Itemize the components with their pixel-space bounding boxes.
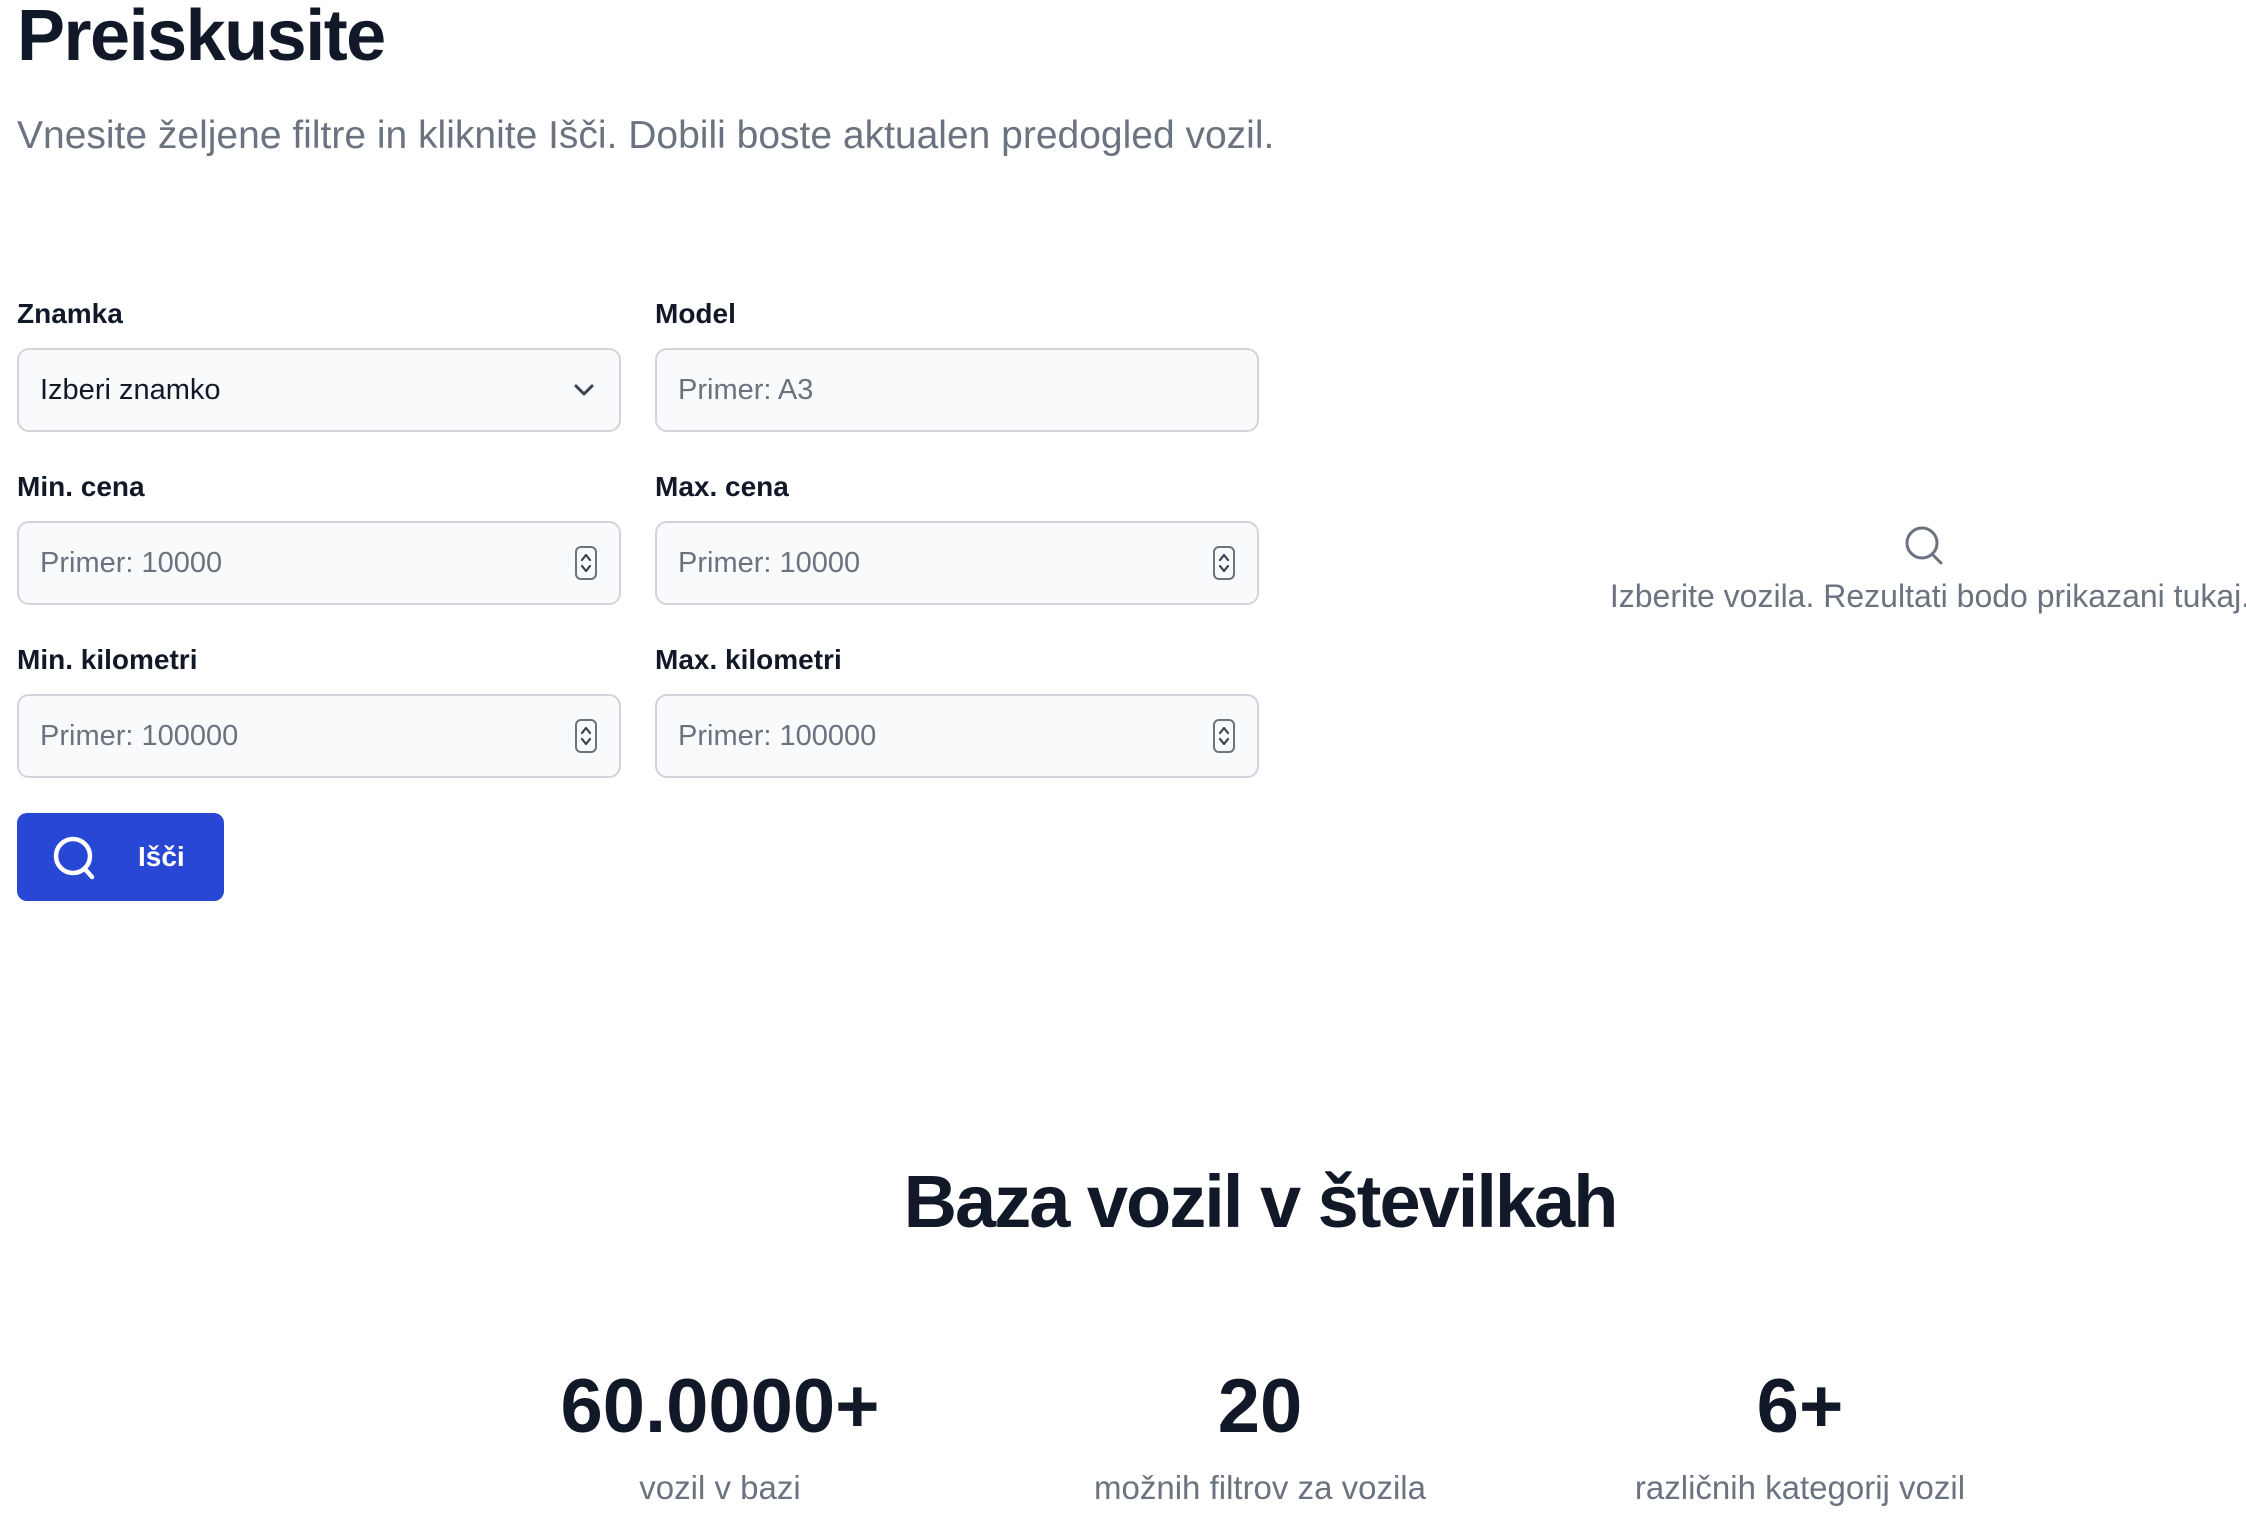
min-price-input[interactable]: Primer: 10000 (17, 521, 621, 605)
stat-label: vozil v bazi (639, 1469, 801, 1506)
page-title: Preiskusite (17, 0, 386, 76)
min-km-label: Min. kilometri (17, 644, 198, 675)
page-subtitle: Vnesite željene filtre in kliknite Išči.… (17, 114, 1275, 157)
stepper-icon[interactable] (575, 719, 597, 753)
stat-item: 60.0000+ vozil v bazi (440, 1362, 1000, 1508)
min-price-label: Min. cena (17, 471, 145, 502)
min-km-input[interactable]: Primer: 100000 (17, 694, 621, 778)
max-price-input[interactable]: Primer: 10000 (655, 521, 1259, 605)
chevron-down-icon (571, 377, 597, 408)
model-label: Model (655, 298, 736, 329)
stats-title: Baza vozil v številkah (903, 1160, 1619, 1243)
min-price-placeholder: Primer: 10000 (40, 547, 223, 579)
stat-value: 6+ (1756, 1364, 1844, 1449)
stat-item: 20 možnih filtrov za vozila (980, 1362, 1540, 1508)
brand-label: Znamka (17, 298, 123, 329)
model-input[interactable]: Primer: A3 (655, 348, 1259, 432)
brand-select-value: Izberi znamko (40, 374, 221, 406)
stepper-icon[interactable] (575, 546, 597, 580)
stat-value: 20 (1217, 1364, 1303, 1449)
search-icon (1903, 524, 1949, 575)
search-icon (52, 835, 100, 888)
stat-value: 60.0000+ (560, 1364, 880, 1449)
stat-label: možnih filtrov za vozila (1094, 1469, 1426, 1506)
max-price-placeholder: Primer: 10000 (678, 547, 861, 579)
max-price-label: Max. cena (655, 471, 789, 502)
stat-label: različnih kategorij vozil (1634, 1469, 1966, 1506)
max-km-label: Max. kilometri (655, 644, 842, 675)
results-placeholder-text: Izberite vozila. Rezultati bodo prikazan… (1609, 578, 2246, 614)
max-km-input[interactable]: Primer: 100000 (655, 694, 1259, 778)
search-button-label: Išči (138, 841, 185, 872)
stat-item: 6+ različnih kategorij vozil (1520, 1362, 2080, 1508)
brand-select[interactable]: Izberi znamko (17, 348, 621, 432)
min-km-placeholder: Primer: 100000 (40, 720, 239, 752)
model-input-placeholder: Primer: A3 (678, 374, 814, 406)
max-km-placeholder: Primer: 100000 (678, 720, 877, 752)
stepper-icon[interactable] (1213, 719, 1235, 753)
stepper-icon[interactable] (1213, 546, 1235, 580)
search-button[interactable]: Išči (17, 813, 224, 901)
